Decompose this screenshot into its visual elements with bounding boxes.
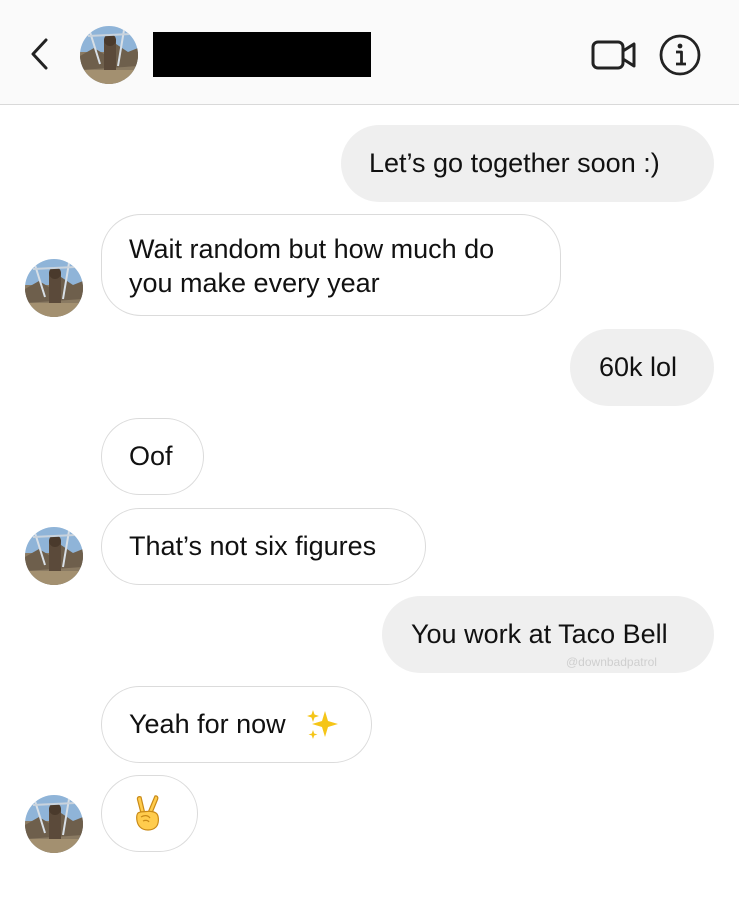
outgoing-message-bubble[interactable]: 60k lol xyxy=(570,329,714,406)
outgoing-message-bubble[interactable]: You work at Taco Bell xyxy=(382,596,714,673)
message-text: Let’s go together soon :) xyxy=(369,148,660,178)
message-text: 60k lol xyxy=(599,352,678,382)
message-text-line-1: Wait random but how much do xyxy=(129,234,495,264)
incoming-message-bubble[interactable]: That’s not six figures xyxy=(101,508,426,585)
contact-avatar[interactable] xyxy=(25,795,83,853)
message-text-line-2: you make every year xyxy=(129,268,380,298)
sparkles-icon xyxy=(307,710,338,739)
contact-name-redaction xyxy=(153,32,371,77)
info-icon[interactable] xyxy=(658,33,702,77)
contact-avatar[interactable] xyxy=(25,527,83,585)
victory-hand-icon xyxy=(136,795,159,831)
message-text: You work at Taco Bell xyxy=(411,619,668,649)
watermark: @downbadpatrol xyxy=(566,655,657,669)
message-text: Yeah for now xyxy=(129,709,286,739)
video-camera-icon[interactable] xyxy=(590,36,638,74)
message-text: That’s not six figures xyxy=(129,531,377,561)
outgoing-message-bubble[interactable]: Let’s go together soon :) xyxy=(341,125,714,202)
chevron-left-icon[interactable] xyxy=(26,36,54,72)
chat-header xyxy=(0,0,739,105)
incoming-message-bubble[interactable]: Oof xyxy=(101,418,204,495)
contact-avatar[interactable] xyxy=(80,26,138,84)
incoming-message-bubble[interactable]: Wait random but how much do you make eve… xyxy=(101,214,561,316)
contact-avatar[interactable] xyxy=(25,259,83,317)
message-text: Oof xyxy=(129,441,173,471)
